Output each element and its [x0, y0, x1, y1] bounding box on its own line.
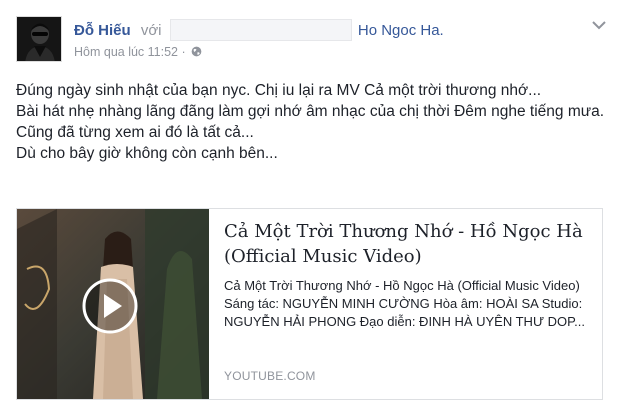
tagged-person[interactable]: Ho Ngoc Ha. — [358, 22, 444, 39]
link-preview-card[interactable]: Cả Một Trời Thương Nhớ - Hồ Ngọc Hà (Off… — [16, 208, 603, 400]
card-description: Cả Một Trời Thương Nhớ - Hồ Ngọc Hà (Off… — [224, 278, 585, 329]
globe-icon[interactable] — [191, 45, 202, 57]
post-line: Bài hát nhẹ nhàng lãng đãng làm gợi nhớ … — [16, 103, 605, 120]
facebook-post: Đỗ Hiếu với Ho Ngoc Ha. Hôm qua lúc 11:5… — [0, 0, 620, 412]
post-line: Dù cho bây giờ không còn cạnh bên... — [16, 145, 278, 162]
chevron-down-icon[interactable] — [592, 20, 606, 30]
avatar[interactable] — [16, 16, 62, 62]
post-timestamp[interactable]: Hôm qua lúc 11:52 — [74, 45, 178, 59]
card-domain: YOUTUBE.COM — [224, 369, 316, 383]
post-body: Đúng ngày sinh nhật của bạn nyc. Chị iu … — [16, 80, 612, 164]
card-text: Cả Một Trời Thương Nhớ - Hồ Ngọc Hà (Off… — [224, 219, 592, 331]
post-header: Đỗ Hiếu với Ho Ngoc Ha. — [74, 19, 594, 41]
post-line: Đúng ngày sinh nhật của bạn nyc. Chị iu … — [16, 82, 542, 99]
author-name[interactable]: Đỗ Hiếu — [74, 22, 131, 39]
post-line: Cũng đã từng xem ai đó là tất cả... — [16, 124, 254, 141]
meta-separator: · — [181, 45, 186, 59]
play-icon[interactable] — [81, 277, 139, 335]
with-label: với — [140, 22, 162, 39]
redacted-tag-area — [169, 19, 352, 41]
card-title[interactable]: Cả Một Trời Thương Nhớ - Hồ Ngọc Hà (Off… — [224, 219, 592, 269]
post-meta: Hôm qua lúc 11:52 · — [74, 44, 202, 60]
